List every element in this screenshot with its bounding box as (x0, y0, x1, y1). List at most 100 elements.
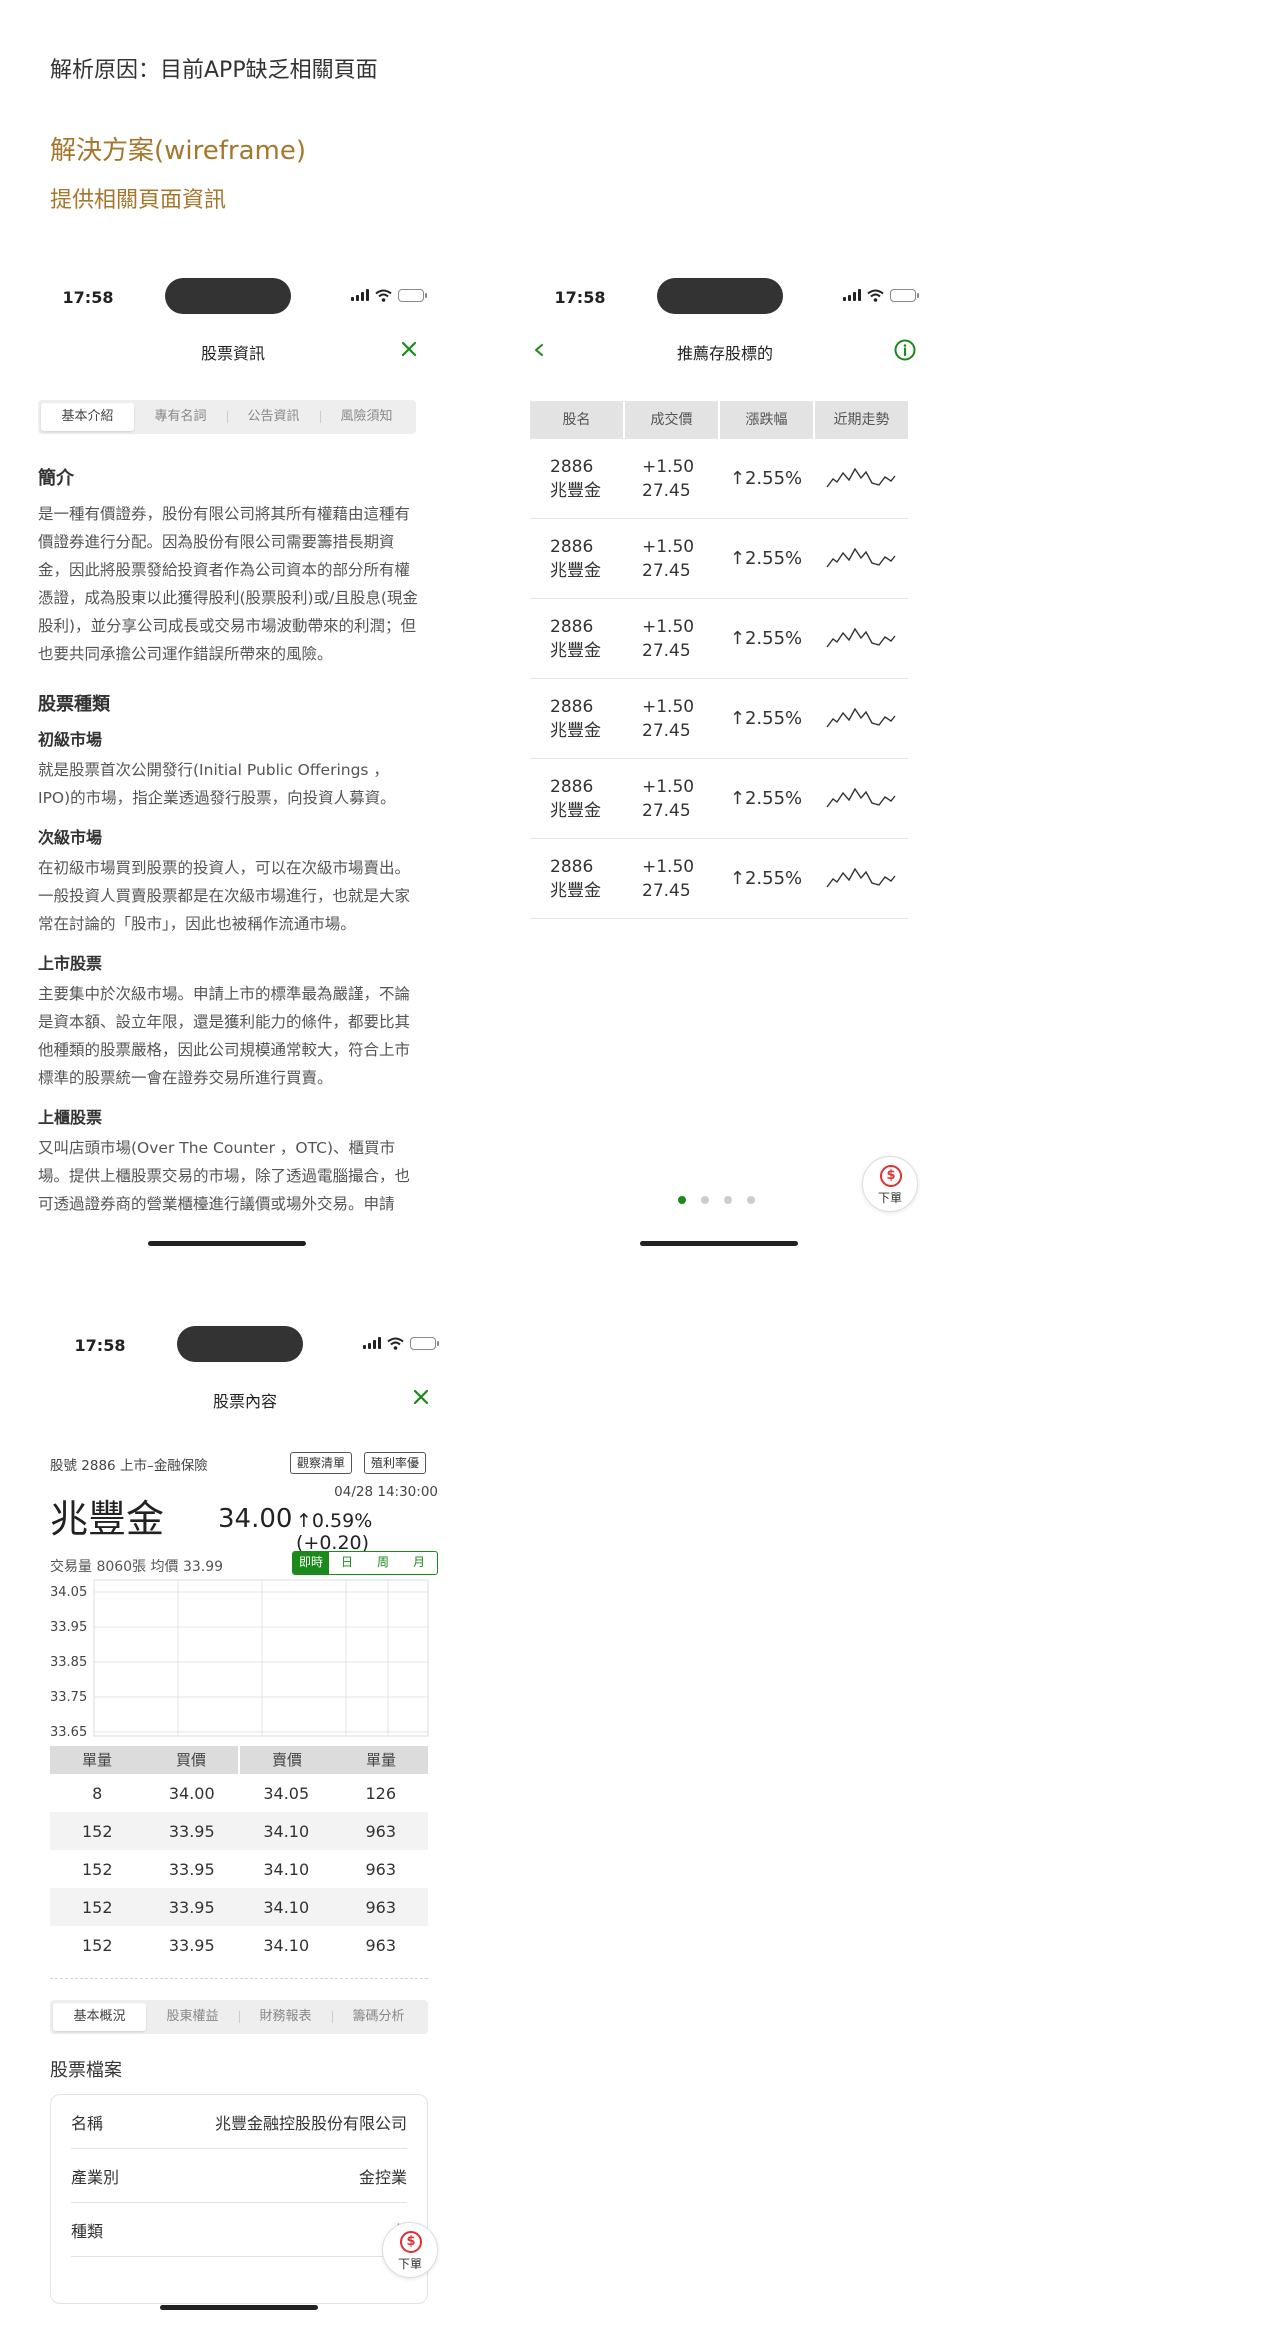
sparkline-icon (826, 787, 896, 807)
tab-glossary[interactable]: 專有名詞 (134, 403, 227, 431)
signal-icon (351, 289, 369, 301)
tab-overview[interactable]: 基本概況 (53, 2003, 146, 2031)
order-button[interactable]: $ 下單 (382, 2222, 438, 2278)
nav-bar: 推薦存股標的 (530, 330, 920, 370)
status-bar: 17:58 (38, 268, 428, 320)
table-row[interactable]: 2886 兆豐金 +1.50 27.45 ↑2.55% (530, 839, 908, 919)
volume-average: 交易量 8060張 均價 33.99 (50, 1559, 224, 1575)
order-button[interactable]: $ 下單 (862, 1156, 918, 1212)
period-month[interactable]: 月 (401, 1552, 437, 1574)
order-label: 下單 (397, 2257, 422, 2271)
tab-financials[interactable]: 財務報表 (239, 2003, 332, 2031)
profile-label: 種類 (71, 2221, 104, 2241)
article-content[interactable]: 簡介 是一種有價證券，股份有限公司將其所有權藉由這種有價證券進行分配。因為股份有… (38, 464, 418, 1224)
y-tick-label: 33.65 (50, 1725, 87, 1738)
home-indicator[interactable] (148, 1241, 306, 1246)
table-header: 股名 成交價 漲跌幅 近期走勢 (530, 401, 908, 439)
sparkline-icon (826, 467, 896, 487)
status-bar: 17:58 (50, 1316, 440, 1368)
divider (50, 1978, 428, 1979)
price-change: +1.50 (642, 776, 695, 797)
sparkline-icon (826, 547, 896, 567)
page-dot[interactable] (701, 1196, 709, 1204)
change-percent: ↑2.55% (729, 868, 803, 889)
page-indicator (678, 1196, 755, 1204)
period-realtime[interactable]: 即時 (293, 1552, 329, 1574)
profile-card: 名稱 兆豐金融控股股份有限公司 產業別 金控業 種類 上 (50, 2094, 428, 2304)
ask-volume: 126 (365, 1783, 397, 1803)
phone-stock-detail: 17:58 股票內容 股號 2886 上市–金融保險 觀察清單 殖利率優 04/… (50, 1316, 440, 2316)
stock-name: 兆豐金 (550, 800, 601, 821)
trade-price: 27.45 (642, 640, 691, 661)
stock-code: 2886 (550, 536, 594, 557)
table-row[interactable]: 2886 兆豐金 +1.50 27.45 ↑2.55% (530, 519, 908, 599)
solution-subheading: 提供相關頁面資訊 (50, 188, 227, 213)
profile-value: 金控業 (358, 2167, 407, 2187)
table-row[interactable]: 2886 兆豐金 +1.50 27.45 ↑2.55% (530, 599, 908, 679)
profile-row: 種類 上 (71, 2203, 407, 2257)
stock-meta: 股號 2886 上市–金融保險 (50, 1458, 208, 1474)
home-indicator[interactable] (640, 1241, 798, 1246)
period-week[interactable]: 周 (365, 1552, 401, 1574)
column-header: 漲跌幅 (720, 401, 815, 439)
stock-name: 兆豐金 (50, 1497, 165, 1541)
bid-price: 33.95 (168, 1935, 215, 1955)
page-dot[interactable] (678, 1196, 686, 1204)
watchlist-tag[interactable]: 觀察清單 (290, 1452, 353, 1474)
close-icon[interactable] (396, 336, 422, 362)
period-day[interactable]: 日 (329, 1552, 365, 1574)
dynamic-island (165, 278, 291, 314)
order-book-row: 152 33.95 34.10 963 (50, 1812, 428, 1850)
recommended-table: 股名 成交價 漲跌幅 近期走勢 2886 兆豐金 +1.50 27.45 ↑2.55… (530, 401, 908, 919)
wifi-icon (867, 289, 884, 302)
close-icon[interactable] (408, 1384, 434, 1410)
intraday-chart[interactable]: 34.05 33.95 33.85 33.75 33.65 (50, 1578, 430, 1738)
dividend-yield-tag[interactable]: 殖利率優 (364, 1452, 427, 1474)
tab-risk-notice[interactable]: 風險須知 (320, 403, 413, 431)
y-tick-label: 33.95 (50, 1620, 87, 1635)
subsection-title: 上櫃股票 (38, 1108, 103, 1127)
status-bar: 17:58 (530, 268, 920, 320)
stock-code: 2886 (550, 776, 594, 797)
column-header: 單量 (50, 1746, 144, 1774)
nav-bar: 股票資訊 (38, 330, 428, 370)
tab-chips[interactable]: 籌碼分析 (332, 2003, 425, 2031)
solution-heading: 解決方案(wireframe) (50, 136, 306, 166)
change-percent: ↑2.55% (729, 708, 803, 729)
info-icon[interactable] (892, 337, 918, 363)
stock-code: 2886 (550, 456, 594, 477)
tab-equity[interactable]: 股東權益 (146, 2003, 239, 2031)
home-indicator[interactable] (160, 2305, 318, 2310)
order-book-row: 152 33.95 34.10 963 (50, 1850, 428, 1888)
change-percent: ↑2.55% (729, 628, 803, 649)
battery-icon (398, 288, 427, 302)
page-dot[interactable] (747, 1196, 755, 1204)
battery-icon (410, 1336, 439, 1350)
table-row[interactable]: 2886 兆豐金 +1.50 27.45 ↑2.55% (530, 439, 908, 519)
stock-name: 兆豐金 (550, 640, 601, 661)
profile-title: 股票檔案 (50, 2060, 122, 2081)
page-title: 股票內容 (212, 1392, 277, 1411)
dynamic-island (177, 1326, 303, 1362)
phone-stock-info: 17:58 股票資訊 基本介紹 專有名詞 公告資訊 風險須知 簡介 是一種有價證… (38, 268, 428, 1258)
order-book-row: 152 33.95 34.10 963 (50, 1888, 428, 1926)
subsection-title: 上市股票 (38, 954, 103, 973)
tab-announcements[interactable]: 公告資訊 (227, 403, 320, 431)
order-book-row: 8 34.00 34.05 126 (50, 1774, 428, 1812)
signal-icon (363, 1337, 381, 1349)
tab-basic-intro[interactable]: 基本介紹 (41, 403, 134, 431)
y-tick-label: 33.75 (50, 1690, 87, 1705)
bid-volume: 152 (81, 1859, 113, 1879)
ask-volume: 963 (365, 1859, 397, 1879)
chart-frame (93, 1579, 429, 1737)
subsection-title: 初級市場 (38, 730, 103, 749)
column-header: 股名 (530, 401, 625, 439)
section-text: 是一種有價證券，股份有限公司將其所有權藉由這種有價證券進行分配。因為股份有限公司… (38, 505, 418, 663)
table-row[interactable]: 2886 兆豐金 +1.50 27.45 ↑2.55% (530, 679, 908, 759)
profile-row: 名稱 兆豐金融控股股份有限公司 (71, 2095, 407, 2149)
table-row[interactable]: 2886 兆豐金 +1.50 27.45 ↑2.55% (530, 759, 908, 839)
page-dot[interactable] (724, 1196, 732, 1204)
ask-volume: 963 (365, 1821, 397, 1841)
ask-volume: 963 (365, 1897, 397, 1917)
bid-volume: 8 (92, 1783, 103, 1803)
